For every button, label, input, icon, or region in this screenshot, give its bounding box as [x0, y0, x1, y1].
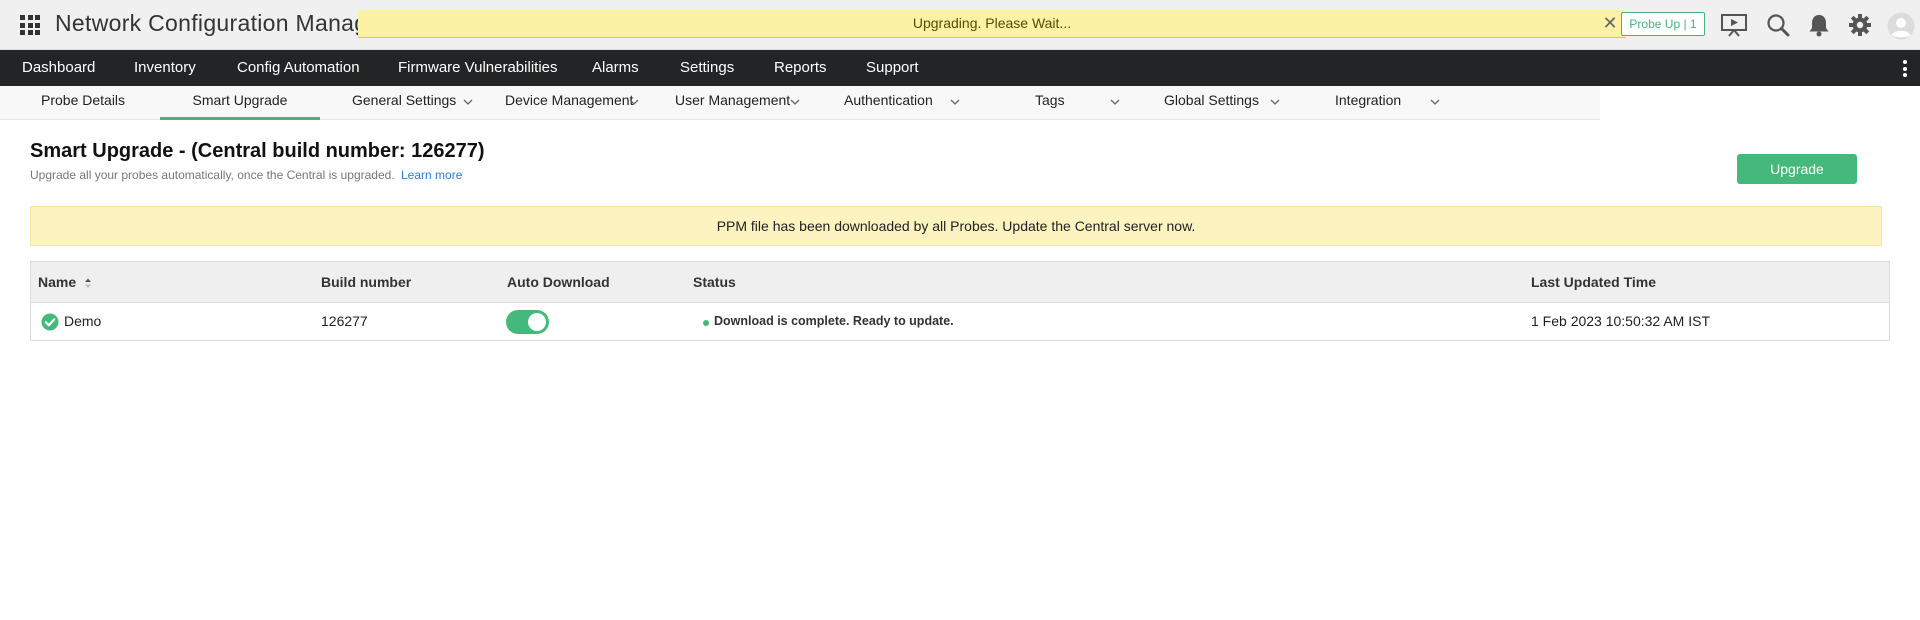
chevron-down-icon[interactable]	[789, 96, 801, 108]
tab-general-settings[interactable]: General Settings	[352, 86, 456, 120]
tab-device-management[interactable]: Device Management	[505, 86, 633, 120]
page-title: Smart Upgrade - (Central build number: 1…	[30, 140, 485, 162]
column-name-label: Name	[38, 274, 77, 290]
nav-dashboard[interactable]: Dashboard	[22, 50, 95, 86]
chevron-down-icon[interactable]	[462, 96, 474, 108]
presentation-icon[interactable]	[1720, 12, 1748, 38]
tab-integration[interactable]: Integration	[1335, 86, 1401, 120]
app-title: Network Configuration Manager	[55, 10, 389, 36]
probes-table: Name Build number Auto Download Status L…	[30, 261, 1890, 341]
probe-status-badge[interactable]: Probe Up | 1	[1621, 12, 1705, 36]
nav-firmware-vulnerabilities[interactable]: Firmware Vulnerabilities	[398, 50, 558, 86]
page-subtitle-text: Upgrade all your probes automatically, o…	[30, 168, 395, 182]
auto-download-toggle[interactable]	[506, 310, 549, 334]
tab-tags[interactable]: Tags	[1035, 86, 1065, 120]
user-avatar-icon[interactable]	[1887, 12, 1915, 40]
search-icon[interactable]	[1764, 12, 1792, 38]
status-dot-icon	[703, 320, 709, 326]
column-status-header[interactable]: Status	[693, 262, 736, 303]
table-header: Name Build number Auto Download Status L…	[31, 262, 1889, 303]
upgrade-status-banner: Upgrading. Please Wait... ✕	[358, 10, 1626, 38]
chevron-down-icon[interactable]	[1109, 96, 1121, 108]
top-header: Network Configuration Manager Upgrading.…	[0, 0, 1920, 50]
page-subtitle: Upgrade all your probes automatically, o…	[30, 168, 462, 182]
info-message: PPM file has been downloaded by all Prob…	[30, 206, 1882, 246]
nav-settings[interactable]: Settings	[680, 50, 734, 86]
nav-support[interactable]: Support	[866, 50, 919, 86]
table-row: Demo 126277 Download is complete. Ready …	[31, 303, 1889, 340]
column-build-number-header[interactable]: Build number	[321, 262, 411, 303]
toggle-knob	[528, 313, 546, 331]
build-number: 126277	[321, 313, 368, 329]
tab-global-settings[interactable]: Global Settings	[1164, 86, 1259, 120]
tab-user-management[interactable]: User Management	[675, 86, 790, 120]
chevron-down-icon[interactable]	[1269, 96, 1281, 108]
nav-alarms[interactable]: Alarms	[592, 50, 639, 86]
probe-name[interactable]: Demo	[64, 303, 101, 340]
bell-icon[interactable]	[1805, 12, 1833, 38]
last-updated-time: 1 Feb 2023 10:50:32 AM IST	[1531, 313, 1711, 329]
chevron-down-icon[interactable]	[1429, 96, 1441, 108]
upgrade-status-text: Upgrading. Please Wait...	[912, 15, 1072, 31]
main-nav: Dashboard Inventory Config Automation Fi…	[0, 50, 1920, 86]
tab-smart-upgrade[interactable]: Smart Upgrade	[160, 86, 320, 120]
chevron-down-icon[interactable]	[628, 96, 640, 108]
nav-reports[interactable]: Reports	[774, 50, 827, 86]
nav-config-automation[interactable]: Config Automation	[237, 50, 360, 86]
more-options-icon[interactable]	[1902, 58, 1908, 78]
column-name-header[interactable]: Name	[38, 262, 92, 303]
column-auto-download-header[interactable]: Auto Download	[507, 262, 610, 303]
status-text: Download is complete. Ready to update.	[714, 314, 954, 328]
sub-nav: Probe Details Smart Upgrade General Sett…	[0, 86, 1600, 120]
tab-probe-details[interactable]: Probe Details	[41, 86, 125, 120]
gear-icon[interactable]	[1846, 12, 1874, 38]
column-last-updated-header[interactable]: Last Updated Time	[1531, 262, 1656, 303]
upgrade-button[interactable]: Upgrade	[1737, 154, 1857, 184]
tab-authentication[interactable]: Authentication	[844, 86, 933, 120]
check-circle-icon	[41, 313, 59, 331]
chevron-down-icon[interactable]	[949, 96, 961, 108]
learn-more-link[interactable]: Learn more	[401, 168, 462, 182]
close-icon[interactable]: ✕	[1600, 11, 1620, 35]
nav-inventory[interactable]: Inventory	[134, 50, 196, 86]
app-launcher-icon[interactable]	[20, 15, 40, 35]
sort-icon[interactable]	[84, 277, 92, 289]
